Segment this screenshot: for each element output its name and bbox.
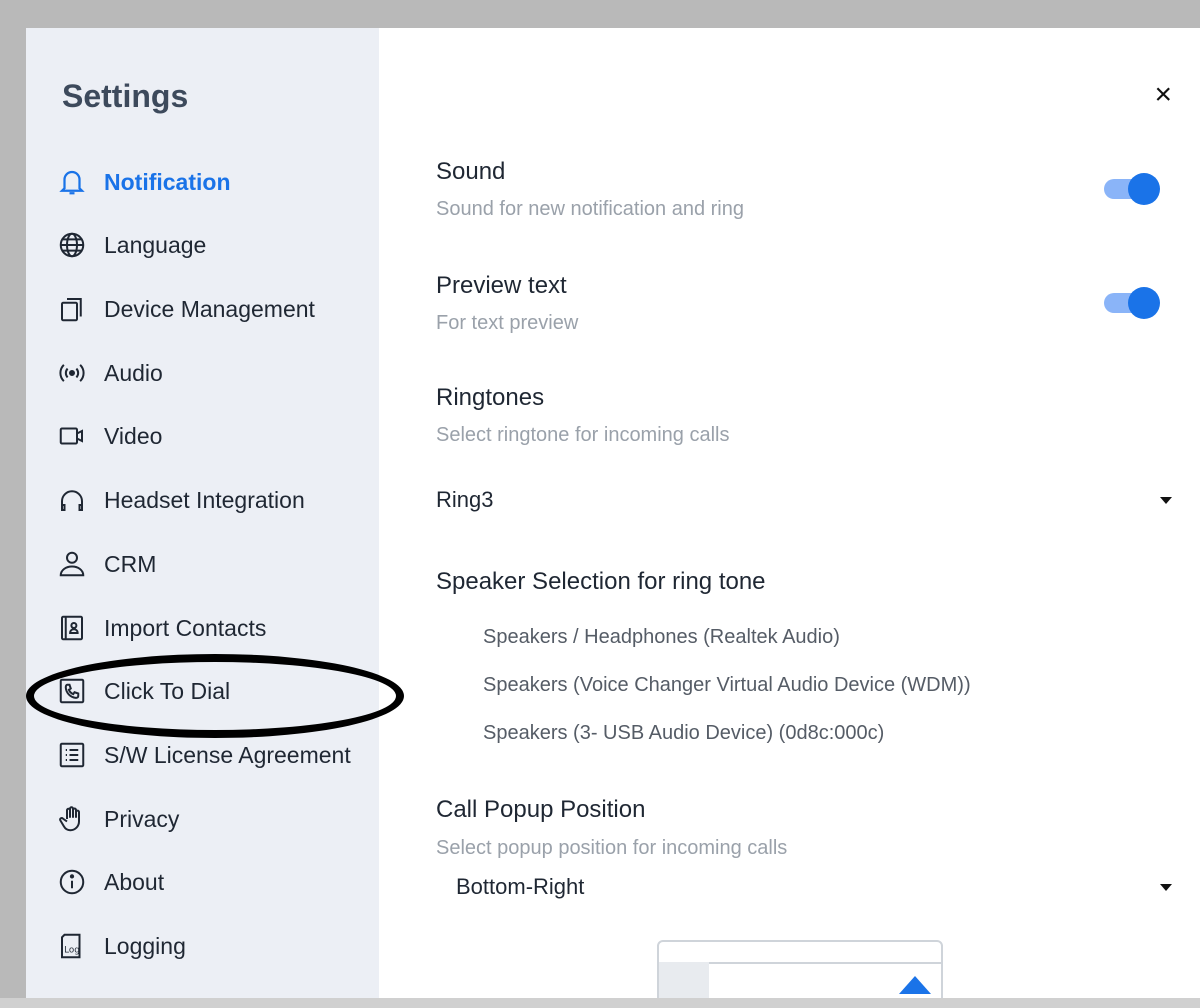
log-icon-text: Log (64, 945, 80, 955)
ringtones-title: Ringtones (436, 384, 545, 411)
sidebar-item-notification[interactable]: Notification (56, 162, 231, 202)
sidebar-item-headset-integration[interactable]: Headset Integration (56, 480, 305, 520)
sidebar-item-label: Language (104, 231, 207, 258)
sound-toggle[interactable] (1104, 173, 1160, 205)
call-popup-title: Call Popup Position (436, 796, 646, 823)
preview-text-toggle[interactable] (1104, 287, 1160, 319)
sidebar-item-label: S/W License Agreement (104, 741, 351, 768)
bottom-strip (0, 998, 1200, 1008)
contact-card-icon (56, 612, 88, 644)
preview-topbar (659, 942, 941, 964)
globe-icon (56, 229, 88, 261)
popup-position-select[interactable]: Bottom-Right (456, 870, 1172, 904)
headset-icon (56, 484, 88, 516)
close-button[interactable]: × (1154, 80, 1172, 110)
preview-text-desc: For text preview (436, 312, 579, 334)
settings-content: × Sound Sound for new notification and r… (379, 28, 1200, 998)
audio-icon (56, 357, 88, 389)
sidebar-item-logging[interactable]: Log Logging (56, 926, 186, 966)
sound-desc: Sound for new notification and ring (436, 198, 744, 220)
sidebar-item-label: Privacy (104, 805, 180, 832)
toggle-knob (1128, 287, 1160, 319)
ringtone-select[interactable]: Ring3 (436, 483, 1172, 517)
speaker-option[interactable]: Speakers / Headphones (Realtek Audio) (483, 626, 840, 649)
caret-down-icon (1160, 496, 1172, 504)
sidebar-item-label: Import Contacts (104, 614, 267, 641)
sidebar-title: Settings (62, 78, 189, 114)
video-icon (56, 420, 88, 452)
devices-icon (56, 293, 88, 325)
log-icon: Log (56, 930, 88, 962)
speaker-selection-title: Speaker Selection for ring tone (436, 568, 766, 595)
sidebar-item-language[interactable]: Language (56, 225, 206, 265)
sidebar-item-label: Device Management (104, 295, 315, 322)
sidebar-item-audio[interactable]: Audio (56, 353, 163, 393)
sidebar-item-device-management[interactable]: Device Management (56, 289, 315, 329)
settings-window: Settings Notification Language Device Ma… (26, 28, 1200, 998)
license-list-icon (56, 739, 88, 771)
sidebar-item-about[interactable]: About (56, 862, 164, 902)
speaker-option[interactable]: Speakers (3- USB Audio Device) (0d8c:000… (483, 722, 884, 745)
sidebar-item-video[interactable]: Video (56, 416, 162, 456)
caret-down-icon (1160, 883, 1172, 891)
ringtones-desc: Select ringtone for incoming calls (436, 424, 730, 446)
sidebar-item-privacy[interactable]: Privacy (56, 799, 179, 839)
phone-icon (56, 675, 88, 707)
preview-text-title: Preview text (436, 272, 567, 299)
preview-sidebar (659, 962, 709, 998)
info-icon (56, 866, 88, 898)
sidebar-item-crm[interactable]: CRM (56, 544, 156, 584)
sidebar-item-label: Logging (104, 932, 186, 959)
sound-title: Sound (436, 158, 506, 185)
toggle-knob (1128, 173, 1160, 205)
hand-icon (56, 803, 88, 835)
speaker-option[interactable]: Speakers (Voice Changer Virtual Audio De… (483, 674, 971, 697)
sidebar-item-click-to-dial[interactable]: Click To Dial (56, 671, 230, 711)
sidebar-item-label: Notification (104, 168, 231, 195)
sidebar-item-label: CRM (104, 550, 157, 577)
sidebar-item-label: Click To Dial (104, 677, 231, 704)
sidebar-item-label: Headset Integration (104, 486, 305, 513)
sidebar-item-label: Video (104, 422, 163, 449)
sidebar-item-import-contacts[interactable]: Import Contacts (56, 608, 266, 648)
sidebar-item-license-agreement[interactable]: S/W License Agreement (56, 735, 351, 775)
sidebar-item-label: About (104, 868, 165, 895)
ringtone-value: Ring3 (436, 487, 494, 512)
popup-position-value: Bottom-Right (456, 874, 585, 899)
settings-sidebar: Settings Notification Language Device Ma… (26, 28, 379, 998)
user-icon (56, 548, 88, 580)
sidebar-item-label: Audio (104, 359, 163, 386)
popup-position-preview (657, 940, 943, 998)
bell-icon (56, 166, 88, 198)
arrow-up-icon (899, 976, 931, 994)
call-popup-desc: Select popup position for incoming calls (436, 837, 788, 859)
